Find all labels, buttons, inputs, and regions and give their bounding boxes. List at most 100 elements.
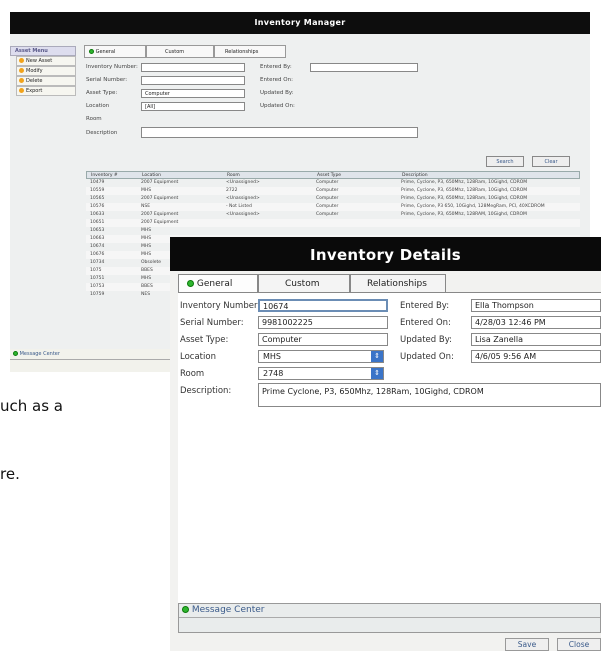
location-select[interactable]: MHS ⇕ bbox=[258, 350, 384, 363]
clear-button[interactable]: Clear bbox=[532, 156, 570, 167]
menu-item-export[interactable]: Export bbox=[16, 86, 76, 96]
inventory-details-window: Inventory Details General Custom Relatio… bbox=[170, 237, 601, 651]
cell-inventory: 10674 bbox=[90, 244, 105, 249]
serial-number-label: Serial Number: bbox=[180, 318, 244, 328]
table-row[interactable]: 10651 2007 Equipment bbox=[86, 219, 580, 227]
updated-by-input[interactable]: Lisa Zanella bbox=[471, 333, 601, 346]
cell-asset-type: Computer bbox=[316, 204, 339, 209]
asset-menu: Asset Menu New Asset Modify Delete Expor… bbox=[10, 46, 76, 126]
cell-inventory: 10651 bbox=[90, 220, 105, 225]
status-dot-icon bbox=[182, 606, 189, 613]
entered-on-input[interactable]: 4/28/03 12:46 PM bbox=[471, 316, 601, 329]
details-title: Inventory Details bbox=[310, 246, 461, 264]
serial-number-label: Serial Number: bbox=[86, 77, 128, 83]
manager-message-center: Message Center bbox=[10, 349, 190, 372]
bullet-icon bbox=[19, 58, 24, 63]
column-header-room[interactable]: Room bbox=[227, 172, 240, 179]
updated-on-label: Updated On: bbox=[400, 352, 454, 362]
table-row[interactable]: 10559 MHS 2722 Computer Prime, Cyclone, P3, … bbox=[86, 187, 580, 195]
entered-by-label: Entered By: bbox=[400, 301, 450, 311]
cell-inventory: 10753 bbox=[90, 284, 105, 289]
cell-room: 2722 bbox=[226, 188, 238, 193]
location-select[interactable]: [All] bbox=[141, 102, 245, 111]
serial-number-input[interactable]: 9981002225 bbox=[258, 316, 388, 329]
status-dot-icon bbox=[13, 351, 18, 356]
inventory-number-input[interactable]: 10674 bbox=[258, 299, 388, 312]
cell-room: - Not Listed bbox=[226, 204, 252, 209]
bullet-icon bbox=[19, 78, 24, 83]
details-general-panel: Inventory Number: 10674 Serial Number: 9… bbox=[178, 292, 601, 604]
serial-number-input[interactable] bbox=[141, 76, 245, 85]
cell-location: MHS bbox=[141, 236, 152, 241]
cell-inventory: 10676 bbox=[90, 252, 105, 257]
cell-inventory: 10633 bbox=[90, 212, 105, 217]
updated-on-input[interactable]: 4/6/05 9:56 AM bbox=[471, 350, 601, 363]
menu-item-delete[interactable]: Delete bbox=[16, 76, 76, 86]
cell-description: Prime, Cyclone, P3, 650Mhz, 128RAM, 10Gi… bbox=[401, 212, 527, 217]
table-row[interactable]: 10633 2007 Equipment <Unassigned> Computer P… bbox=[86, 211, 580, 219]
entered-on-label: Entered On: bbox=[260, 77, 293, 83]
column-header-description[interactable]: Description bbox=[402, 172, 428, 179]
tab-relationships[interactable]: Relationships bbox=[350, 274, 446, 293]
entered-by-input[interactable] bbox=[310, 63, 418, 72]
room-label: Room bbox=[180, 369, 205, 379]
cell-location: MHS bbox=[141, 188, 152, 193]
cell-inventory: 10559 bbox=[90, 188, 105, 193]
menu-item-modify[interactable]: Modify bbox=[16, 66, 76, 76]
cell-location: NSE bbox=[141, 204, 151, 209]
details-title-bar: Inventory Details bbox=[170, 237, 601, 271]
save-button[interactable]: Save bbox=[505, 638, 549, 651]
tab-general[interactable]: General bbox=[178, 274, 258, 293]
cell-description: Prime, Cyclone, P3 650, 10Gighd, 128MegR… bbox=[401, 204, 545, 209]
description-input[interactable] bbox=[141, 127, 418, 138]
description-label: Description bbox=[86, 130, 118, 136]
cell-location: MHS bbox=[141, 228, 152, 233]
inventory-number-label: Inventory Number: bbox=[86, 64, 138, 70]
column-header-inventory[interactable]: Inventory # bbox=[91, 172, 118, 179]
cell-asset-type: Computer bbox=[316, 188, 339, 193]
tab-custom[interactable]: Custom bbox=[146, 45, 214, 58]
tab-custom[interactable]: Custom bbox=[258, 274, 350, 293]
asset-type-select[interactable]: Computer bbox=[141, 89, 245, 98]
inventory-number-input[interactable] bbox=[141, 63, 245, 72]
chevron-updown-icon: ⇕ bbox=[371, 351, 383, 362]
bullet-icon bbox=[19, 68, 24, 73]
chevron-updown-icon: ⇕ bbox=[371, 368, 383, 379]
close-button[interactable]: Close bbox=[557, 638, 601, 651]
updated-by-label: Updated By: bbox=[260, 90, 294, 96]
table-row[interactable]: 10479 2007 Equipment <Unassigned> Computer P… bbox=[86, 179, 580, 187]
details-tabs: General Custom Relationships bbox=[178, 271, 601, 293]
asset-type-label: Asset Type: bbox=[180, 335, 229, 345]
document-text-fragment: re. bbox=[0, 465, 20, 483]
updated-on-label: Updated On: bbox=[260, 103, 295, 109]
cell-inventory: 1075 bbox=[90, 268, 102, 273]
table-row[interactable]: 10576 NSE - Not Listed Computer Prime, Cyclo… bbox=[86, 203, 580, 211]
asset-type-input[interactable]: Computer bbox=[258, 333, 388, 346]
tab-general[interactable]: General bbox=[84, 45, 146, 58]
cell-inventory: 10751 bbox=[90, 276, 105, 281]
cell-description: Prime, Cyclone, P3, 650Mhz, 128Ram, 10Gi… bbox=[401, 180, 528, 185]
cell-location: MHS bbox=[141, 244, 152, 249]
room-label: Room bbox=[86, 116, 102, 122]
location-label: Location bbox=[86, 103, 110, 109]
search-button[interactable]: Search bbox=[486, 156, 524, 167]
table-row[interactable]: 10653 MHS bbox=[86, 227, 580, 235]
cell-room: <Unassigned> bbox=[226, 212, 260, 217]
cell-location: MHS bbox=[141, 252, 152, 257]
column-header-location[interactable]: Location bbox=[142, 172, 161, 179]
cell-location: 2007 Equipment bbox=[141, 220, 179, 225]
details-message-center: Message Center bbox=[178, 603, 601, 633]
table-row[interactable]: 10565 2007 Equipment <Unassigned> Computer P… bbox=[86, 195, 580, 203]
description-textarea[interactable]: Prime Cyclone, P3, 650Mhz, 128Ram, 10Gig… bbox=[258, 383, 601, 407]
menu-item-new-asset[interactable]: New Asset bbox=[16, 56, 76, 66]
tab-relationships[interactable]: Relationships bbox=[214, 45, 286, 58]
cell-room: <Unassigned> bbox=[226, 196, 260, 201]
entered-by-input[interactable]: Ella Thompson bbox=[471, 299, 601, 312]
table-header-row: Inventory # Location Room Asset Type Des… bbox=[86, 171, 580, 179]
updated-by-label: Updated By: bbox=[400, 335, 452, 345]
column-header-asset-type[interactable]: Asset Type bbox=[317, 172, 341, 179]
location-label: Location bbox=[180, 352, 216, 362]
document-text-fragment: uch as a bbox=[0, 397, 63, 415]
cell-description: Prime, Cyclone, P3, 650Mhz, 128Ram, 10Gi… bbox=[401, 188, 528, 193]
room-select[interactable]: 2748 ⇕ bbox=[258, 367, 384, 380]
